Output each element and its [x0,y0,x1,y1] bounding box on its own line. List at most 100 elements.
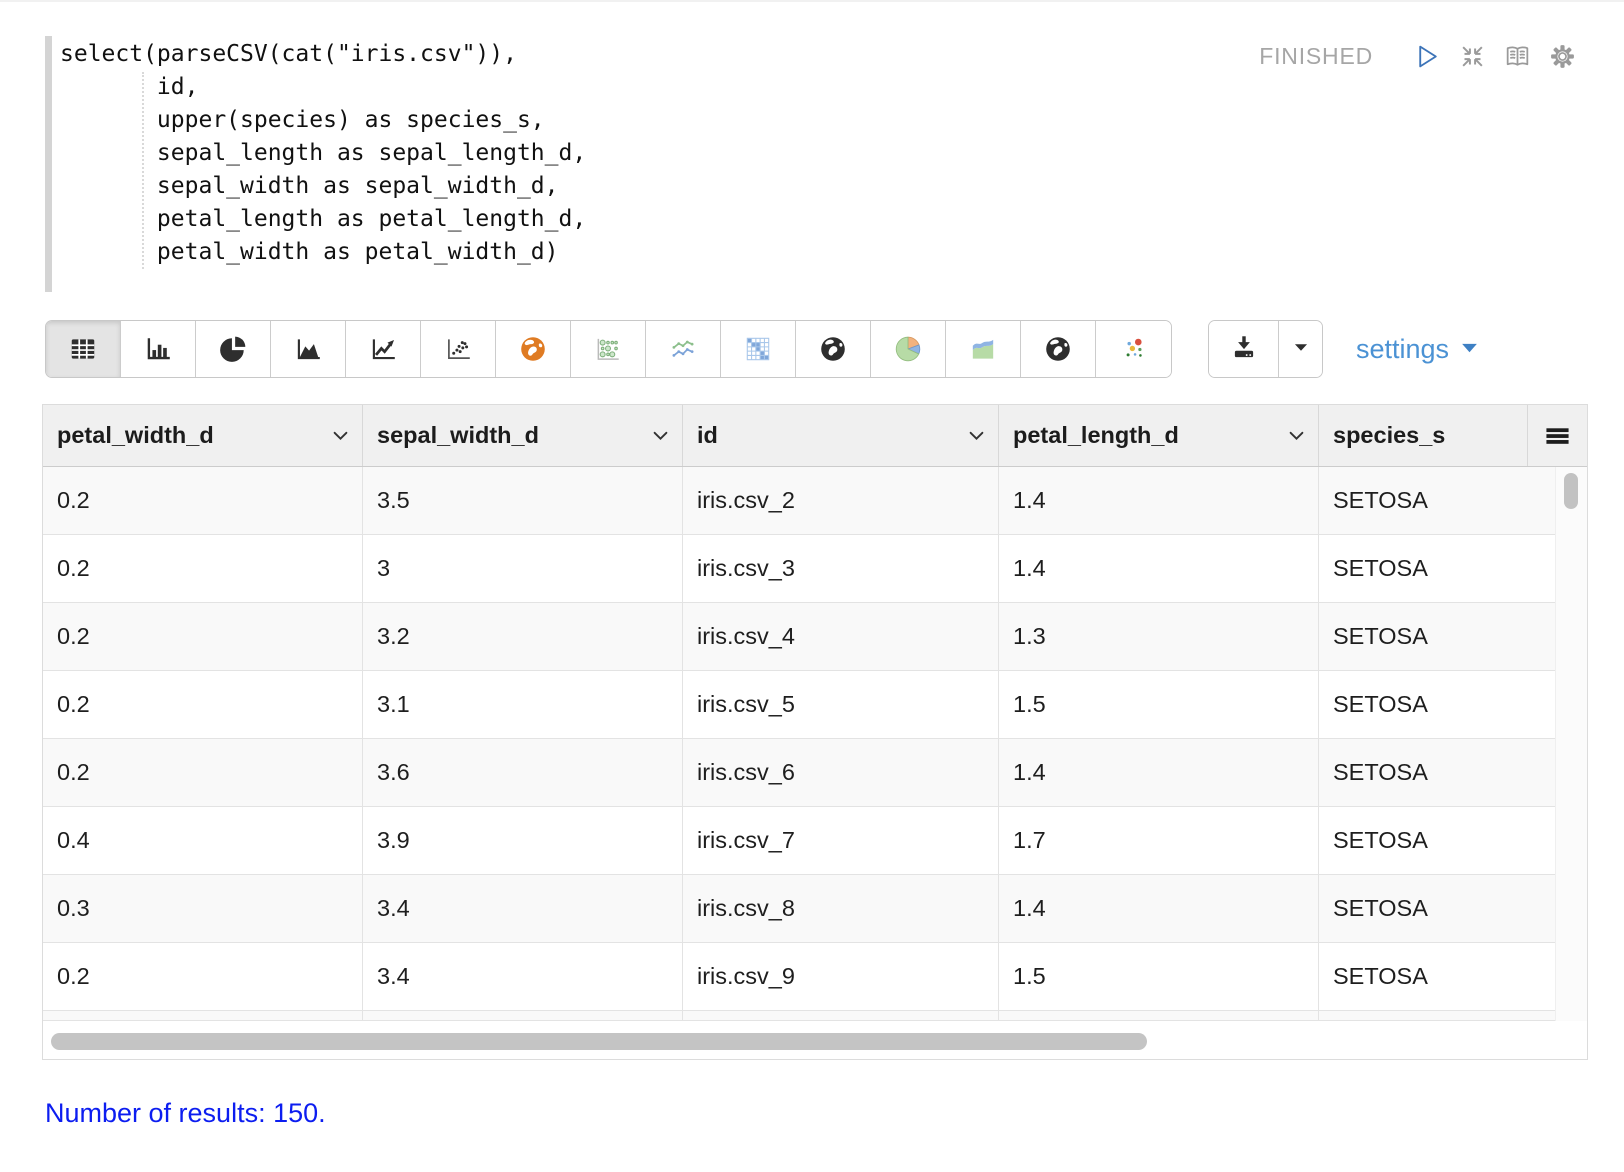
table-cell: SETOSA [1319,943,1556,1010]
table-cell: 0.2 [43,467,363,534]
table-cell: 0.2 [43,739,363,806]
toolbar-button-heatmap[interactable] [721,321,796,377]
table-cell: SETOSA [1319,875,1556,942]
table-row: 0.23.5iris.csv_21.4SETOSA [43,467,1587,535]
vertical-scrollbar-thumb[interactable] [1564,473,1578,509]
table-row: 0.33.4iris.csv_81.4SETOSA [43,875,1587,943]
run-icon[interactable] [1412,41,1442,71]
indent-guide [142,72,144,269]
column-header-label: petal_width_d [57,422,214,449]
toolbar-button-map-dark-2[interactable] [1021,321,1096,377]
vertical-scrollbar[interactable] [1555,467,1587,1021]
table-cell: 0.2 [43,603,363,670]
horizontal-scrollbar[interactable] [43,1021,1587,1059]
table-cell: iris.csv_2 [683,467,999,534]
table-row: 0.23.4iris.csv_91.5SETOSA [43,943,1587,1011]
column-header-petal_width_d[interactable]: petal_width_d [43,405,363,466]
download-icon [1229,332,1259,367]
table-cell [683,1011,999,1020]
settings-link[interactable]: settings [1356,334,1480,365]
paragraph-focus-bar [45,36,52,292]
table-cell: 3.6 [363,739,683,806]
table-cell: 3.9 [363,807,683,874]
table-row: 0.43.9iris.csv_71.7SETOSA [43,807,1587,875]
table-cell: 0.3 [43,875,363,942]
chevron-down-icon[interactable] [969,431,984,441]
caret-down-icon [1288,334,1314,365]
toolbar-button-scatter-color[interactable] [1096,321,1171,377]
table-cell: SETOSA [1319,603,1556,670]
toolbar-button-multi-line-chart[interactable] [646,321,721,377]
table-cell: iris.csv_8 [683,875,999,942]
download-button[interactable] [1209,321,1279,377]
table-cell: 0.4 [43,807,363,874]
pie-chart-icon [218,334,248,364]
table-cell: SETOSA [1319,671,1556,738]
table-row-partial [43,1011,1587,1021]
bar-chart-icon [143,334,173,364]
results-table: petal_width_d sepal_width_d id petal_length… [42,404,1588,1060]
area-color-icon [968,334,998,364]
table-cell: 1.3 [999,603,1319,670]
gear-icon[interactable] [1547,41,1577,71]
toolbar-button-table[interactable] [46,321,121,377]
toolbar-button-bar-chart[interactable] [121,321,196,377]
table-row: 0.23.6iris.csv_61.4SETOSA [43,739,1587,807]
table-cell: iris.csv_4 [683,603,999,670]
chevron-down-icon[interactable] [333,431,348,441]
scatter-chart-icon [443,334,473,364]
table-menu-button[interactable] [1528,405,1587,466]
table-cell: 3.4 [363,875,683,942]
caret-down-icon [1459,334,1480,365]
column-header-id[interactable]: id [683,405,999,466]
download-button-group [1208,320,1323,378]
table-cell: 3.5 [363,467,683,534]
table-cell: SETOSA [1319,467,1556,534]
toolbar-button-area-color[interactable] [946,321,1021,377]
toolbar-button-pie-chart[interactable] [196,321,271,377]
column-header-petal_length_d[interactable]: petal_length_d [999,405,1319,466]
toolbar-button-scatter-chart[interactable] [421,321,496,377]
download-caret-button[interactable] [1279,321,1322,377]
table-cell: 0.2 [43,943,363,1010]
column-header-label: species_s [1333,422,1445,449]
table-icon [68,334,98,364]
column-header-sepal_width_d[interactable]: sepal_width_d [363,405,683,466]
hamburger-icon [1542,420,1573,451]
heatmap-icon [743,334,773,364]
table-cell: 3.1 [363,671,683,738]
paragraph-controls: FINISHED [1259,41,1577,71]
column-header-label: id [697,422,718,449]
collapse-icon[interactable] [1457,41,1487,71]
table-header-row: petal_width_d sepal_width_d id petal_length… [43,405,1587,467]
toolbar-button-map-orange[interactable] [496,321,571,377]
toolbar-button-area-chart[interactable] [271,321,346,377]
table-cell: SETOSA [1319,807,1556,874]
chevron-down-icon[interactable] [653,431,668,441]
table-cell: iris.csv_5 [683,671,999,738]
column-header-label: petal_length_d [1013,422,1179,449]
toolbar-button-bubble-matrix[interactable] [571,321,646,377]
globe-dark-icon [1043,334,1073,364]
code-text[interactable]: select(parseCSV(cat("iris.csv")), id, up… [60,38,1624,269]
horizontal-scrollbar-thumb[interactable] [51,1033,1147,1050]
table-row: 0.23iris.csv_31.4SETOSA [43,535,1587,603]
status-badge: FINISHED [1259,43,1373,70]
table-cell: 1.4 [999,739,1319,806]
chevron-down-icon[interactable] [1289,431,1304,441]
book-icon[interactable] [1502,41,1532,71]
bubble-matrix-icon [593,334,623,364]
toolbar-button-line-chart[interactable] [346,321,421,377]
column-header-species_s[interactable]: species_s [1319,405,1528,466]
notebook-paragraph: select(parseCSV(cat("iris.csv")), id, up… [45,36,1624,294]
table-cell: SETOSA [1319,535,1556,602]
table-cell: 1.4 [999,535,1319,602]
globe-orange-icon [518,334,548,364]
settings-label: settings [1356,334,1449,365]
chart-type-button-group [45,320,1172,378]
toolbar-button-pie-color[interactable] [871,321,946,377]
toolbar-button-map-dark-1[interactable] [796,321,871,377]
table-cell: 1.5 [999,671,1319,738]
multi-line-chart-icon [668,334,698,364]
area-chart-icon [293,334,323,364]
